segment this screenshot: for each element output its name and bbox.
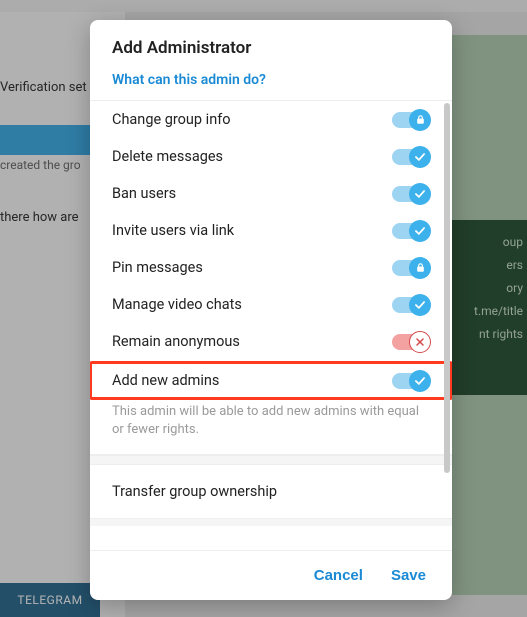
permission-row-change_info: Change group info [90,101,452,138]
add-administrator-modal: Add Administrator What can this admin do… [90,20,452,600]
permission-label: Pin messages [112,259,203,276]
check-icon [409,220,431,242]
permission-row-ban_users: Ban users [90,175,452,212]
permission-label: Delete messages [112,148,223,165]
toggle-pin_msgs[interactable] [392,260,428,276]
permission-row-add_admins: Add new admins [90,362,452,399]
check-icon [409,294,431,316]
close-icon [409,331,431,353]
toggle-change_info[interactable] [392,112,428,128]
lock-icon [409,109,431,131]
toggle-delete_msgs[interactable] [392,149,428,165]
modal-subtitle: What can this admin do? [90,64,452,101]
check-icon [409,146,431,168]
permission-row-delete_msgs: Delete messages [90,138,452,175]
admin-hint-text: This admin will be able to add new admin… [90,399,452,455]
check-icon [409,370,431,392]
permission-label: Change group info [112,111,231,128]
toggle-manage_vc[interactable] [392,297,428,313]
permission-row-pin_msgs: Pin messages [90,249,452,286]
modal-footer: Cancel Save [90,550,452,600]
toggle-ban_users[interactable] [392,186,428,202]
permission-label: Invite users via link [112,222,234,239]
check-icon [409,183,431,205]
toggle-invite_link[interactable] [392,223,428,239]
permission-label: Remain anonymous [112,333,240,350]
toggle-anonymous[interactable] [392,334,428,350]
permission-label: Ban users [112,185,176,202]
permission-row-invite_link: Invite users via link [90,212,452,249]
cancel-button[interactable]: Cancel [314,567,363,584]
permission-row-anonymous: Remain anonymous [90,323,452,360]
permission-label: Add new admins [112,372,219,389]
lock-icon [409,257,431,279]
permission-label: Manage video chats [112,296,242,313]
permissions-scroll: Change group info Delete messages Ban user… [90,101,452,550]
save-button[interactable]: Save [391,567,426,584]
scrollbar-thumb[interactable] [444,103,450,473]
transfer-ownership-item[interactable]: Transfer group ownership [90,465,452,518]
permission-row-manage_vc: Manage video chats [90,286,452,323]
toggle-add_admins[interactable] [392,373,428,389]
modal-title: Add Administrator [90,20,452,64]
